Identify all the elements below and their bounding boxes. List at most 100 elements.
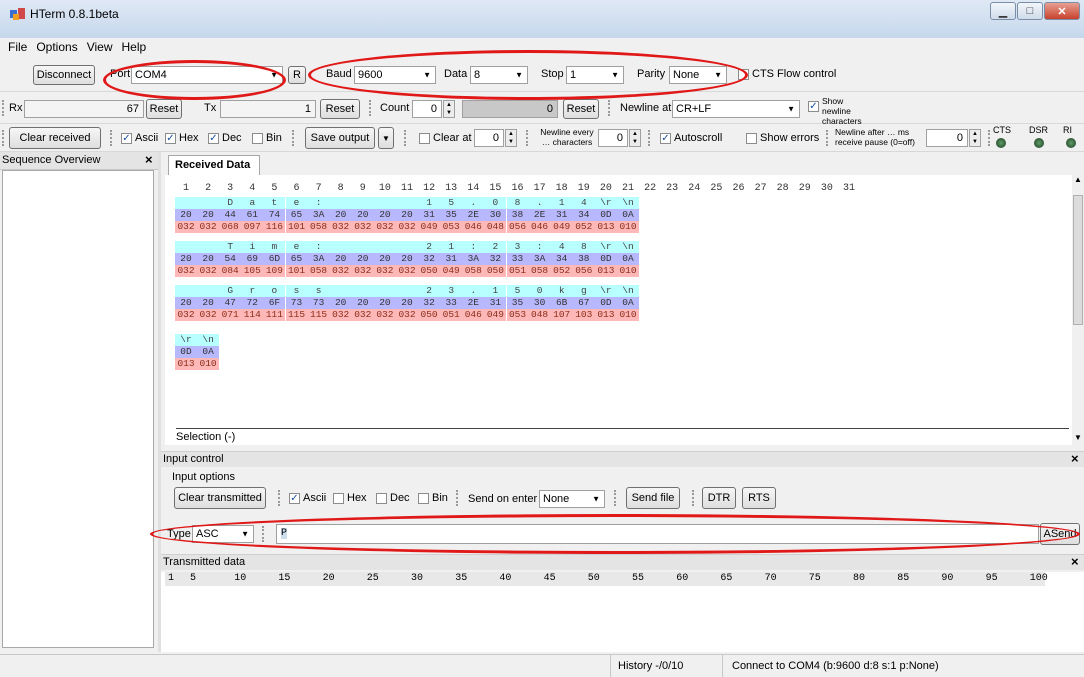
ascii-cell[interactable]: [351, 285, 374, 297]
hex-cell[interactable]: 34: [550, 253, 573, 265]
dec-cell[interactable]: 051: [506, 265, 529, 277]
hex-cell[interactable]: 30: [484, 209, 507, 221]
ascii-cell[interactable]: :: [462, 241, 485, 253]
dec-cell[interactable]: 046: [528, 221, 551, 233]
dec-cell[interactable]: 010: [617, 309, 639, 321]
dec-cell[interactable]: 050: [418, 265, 441, 277]
hex-cell[interactable]: 20: [329, 209, 352, 221]
ascii-cell[interactable]: \n: [617, 285, 639, 297]
ascii-cell[interactable]: 8: [572, 241, 595, 253]
refresh-ports-button[interactable]: R: [288, 66, 306, 84]
send-on-enter-select[interactable]: None: [539, 490, 605, 508]
hex-cell[interactable]: 20: [396, 253, 418, 265]
input-control-close-icon[interactable]: ×: [1071, 451, 1079, 466]
rts-button[interactable]: RTS: [742, 487, 776, 509]
hex-cell[interactable]: 32: [418, 253, 441, 265]
hex-cell[interactable]: 0D: [594, 253, 617, 265]
ascii-cell[interactable]: [175, 197, 197, 209]
show-errors-checkbox[interactable]: Show errors: [746, 132, 819, 144]
type-select[interactable]: ASC: [192, 525, 254, 543]
dec-cell[interactable]: 107: [550, 309, 573, 321]
hex-cell[interactable]: 0A: [617, 297, 639, 309]
dec-cell[interactable]: 032: [373, 309, 396, 321]
ascii-cell[interactable]: [396, 197, 418, 209]
toolbar-grip[interactable]: [262, 526, 265, 542]
ascii-cell[interactable]: [197, 197, 220, 209]
send-file-button[interactable]: Send file: [626, 487, 680, 509]
hex-cell[interactable]: 65: [285, 209, 308, 221]
hex-cell[interactable]: 67: [572, 297, 595, 309]
dec-cell[interactable]: 032: [197, 265, 220, 277]
hex-cell[interactable]: 20: [373, 209, 396, 221]
ascii-cell[interactable]: .: [462, 197, 485, 209]
dec-cell[interactable]: 032: [197, 221, 220, 233]
port-select[interactable]: COM4: [131, 66, 283, 84]
dec-cell[interactable]: 052: [550, 265, 573, 277]
hex-cell[interactable]: 20: [175, 209, 197, 221]
hex-cell[interactable]: 2E: [528, 209, 551, 221]
ascii-cell[interactable]: [329, 285, 352, 297]
ascii-cell[interactable]: m: [263, 241, 286, 253]
ascii-cell[interactable]: .: [528, 197, 551, 209]
hex-cell[interactable]: 61: [241, 209, 264, 221]
menu-help[interactable]: Help: [122, 40, 147, 54]
dec-cell[interactable]: 010: [617, 221, 639, 233]
hex-cell[interactable]: 38: [506, 209, 529, 221]
dec-cell[interactable]: 101: [285, 265, 308, 277]
hex-cell[interactable]: 65: [285, 253, 308, 265]
scroll-down-icon[interactable]: ▼: [1074, 433, 1082, 442]
dec-cell[interactable]: 097: [241, 221, 264, 233]
hex-cell[interactable]: 74: [263, 209, 286, 221]
ascii-cell[interactable]: [197, 241, 220, 253]
toolbar-grip[interactable]: [608, 100, 611, 116]
cts-flow-control-checkbox[interactable]: CTS Flow control: [738, 68, 836, 80]
hex-cell[interactable]: 0D: [175, 346, 197, 358]
ascii-cell[interactable]: e: [285, 197, 308, 209]
ascii-cell[interactable]: 4: [550, 241, 573, 253]
ascii-cell[interactable]: \n: [197, 334, 220, 346]
dec-cell[interactable]: 103: [572, 309, 595, 321]
dec-cell[interactable]: 010: [617, 265, 639, 277]
ascii-cell[interactable]: 1: [418, 197, 441, 209]
hex-cell[interactable]: 32: [484, 253, 507, 265]
dec-cell[interactable]: 049: [484, 309, 507, 321]
hex-cell[interactable]: 20: [197, 209, 220, 221]
hex-cell[interactable]: 35: [440, 209, 463, 221]
input-ascii-checkbox[interactable]: ✓ Ascii: [289, 492, 326, 504]
toolbar-grip[interactable]: [404, 130, 407, 146]
hex-checkbox[interactable]: ✓ Hex: [165, 132, 199, 144]
hex-cell[interactable]: 31: [440, 253, 463, 265]
dec-cell[interactable]: 013: [594, 309, 617, 321]
maximize-button[interactable]: □: [1017, 2, 1043, 20]
hex-cell[interactable]: 20: [197, 297, 220, 309]
input-hex-checkbox[interactable]: Hex: [333, 492, 367, 504]
dec-cell[interactable]: 049: [550, 221, 573, 233]
dec-checkbox[interactable]: ✓ Dec: [208, 132, 242, 144]
dec-cell[interactable]: 050: [484, 265, 507, 277]
input-bin-checkbox[interactable]: Bin: [418, 492, 448, 504]
ascii-cell[interactable]: [396, 241, 418, 253]
ascii-cell[interactable]: 1: [440, 241, 463, 253]
hex-cell[interactable]: 20: [175, 253, 197, 265]
hex-cell[interactable]: 31: [484, 297, 507, 309]
ascii-cell[interactable]: 0: [484, 197, 507, 209]
dec-cell[interactable]: 013: [594, 221, 617, 233]
count-spinner[interactable]: ▲ ▼: [443, 100, 455, 118]
dec-cell[interactable]: 032: [373, 265, 396, 277]
hex-cell[interactable]: 3A: [462, 253, 485, 265]
dec-cell[interactable]: 032: [396, 309, 418, 321]
dec-cell[interactable]: 115: [307, 309, 330, 321]
ascii-cell[interactable]: s: [285, 285, 308, 297]
ascii-cell[interactable]: \r: [175, 334, 197, 346]
dec-cell[interactable]: 032: [396, 221, 418, 233]
menu-view[interactable]: View: [87, 40, 113, 54]
dec-cell[interactable]: 053: [440, 221, 463, 233]
ascii-cell[interactable]: \n: [617, 197, 639, 209]
ascii-cell[interactable]: e: [285, 241, 308, 253]
ascii-cell[interactable]: \r: [594, 241, 617, 253]
newline-at-select[interactable]: CR+LF: [672, 100, 800, 118]
ascii-cell[interactable]: :: [307, 197, 330, 209]
dec-cell[interactable]: 048: [528, 309, 551, 321]
count-reset-button[interactable]: Reset: [563, 99, 599, 119]
dec-cell[interactable]: 058: [307, 221, 330, 233]
